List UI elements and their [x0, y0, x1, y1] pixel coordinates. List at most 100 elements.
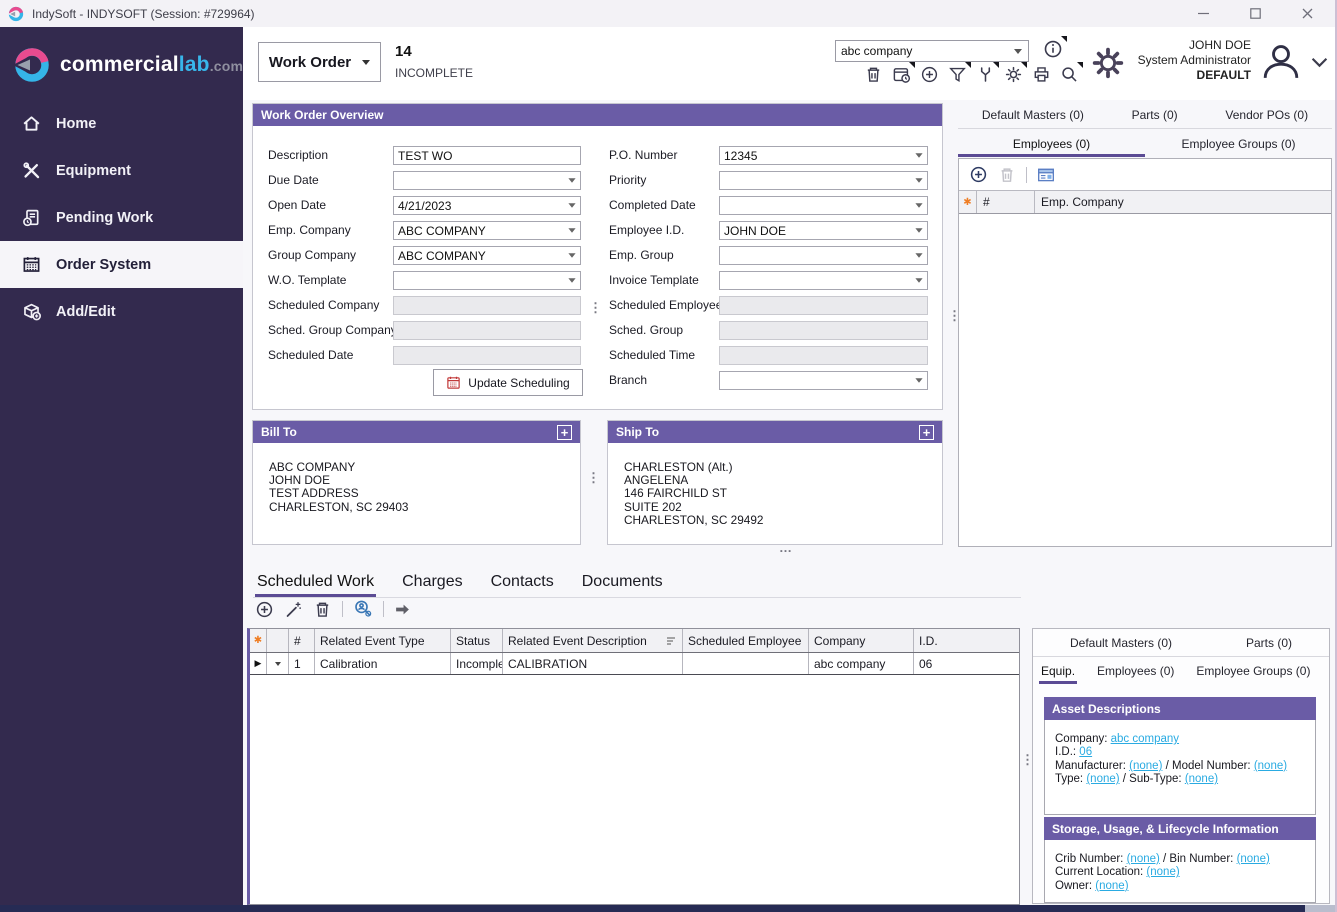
tab-documents[interactable]: Documents	[580, 569, 665, 597]
chevron-down-icon	[915, 178, 922, 183]
branch-dropdown[interactable]	[719, 371, 928, 390]
tab-parts[interactable]: Parts (0)	[1130, 104, 1180, 128]
completed-date-dropdown[interactable]	[719, 196, 928, 215]
sidebar-item-order-system[interactable]: Order System	[0, 241, 243, 288]
model-number-link[interactable]: (none)	[1254, 760, 1287, 772]
group-company-dropdown[interactable]: ABC COMPANY	[393, 246, 581, 265]
add-icon[interactable]	[969, 165, 988, 184]
module-selector-dropdown[interactable]: Work Order	[258, 42, 381, 82]
person-search-icon[interactable]	[353, 599, 373, 619]
priority-dropdown[interactable]	[719, 171, 928, 190]
tab-default-masters[interactable]: Default Masters (0)	[980, 104, 1086, 128]
tab-employees[interactable]: Employees (0)	[1095, 660, 1176, 684]
sidebar-item-home[interactable]: Home	[0, 100, 243, 147]
avatar[interactable]	[1258, 39, 1304, 85]
row-marker-icon: ✱	[254, 635, 262, 646]
tab-charges[interactable]: Charges	[400, 569, 464, 597]
invoice-template-dropdown[interactable]	[719, 271, 928, 290]
splitter-handle[interactable]: …	[779, 540, 792, 555]
filter-icon[interactable]	[948, 65, 967, 84]
tab-employee-groups[interactable]: Employee Groups (0)	[1145, 133, 1332, 157]
add-icon[interactable]	[920, 65, 939, 84]
sub-type-link[interactable]: (none)	[1185, 773, 1218, 785]
settings-icon[interactable]	[1004, 65, 1023, 84]
update-scheduling-button[interactable]: Update Scheduling	[433, 369, 583, 396]
arrow-right-icon[interactable]	[394, 601, 411, 618]
id-link[interactable]: 06	[1079, 746, 1092, 758]
employee-id-dropdown[interactable]: JOHN DOE	[719, 221, 928, 240]
table-row[interactable]: ▶ 1 Calibration Incomple CALIBRATION abc…	[250, 653, 1019, 675]
sidebar-item-label: Pending Work	[56, 210, 153, 226]
emp-group-dropdown[interactable]	[719, 246, 928, 265]
chevron-down-icon	[915, 278, 922, 283]
delete-icon[interactable]	[998, 166, 1016, 184]
company-link[interactable]: abc company	[1111, 733, 1179, 745]
wrench-icon[interactable]	[976, 65, 995, 84]
delete-icon[interactable]	[313, 600, 332, 619]
wand-icon[interactable]	[284, 600, 303, 619]
sidebar-item-pending-work[interactable]: Pending Work	[0, 194, 243, 241]
tab-employees[interactable]: Employees (0)	[958, 133, 1145, 157]
tab-default-masters[interactable]: Default Masters (0)	[1068, 632, 1174, 656]
emp-company-dropdown[interactable]: ABC COMPANY	[393, 221, 581, 240]
tab-employee-groups[interactable]: Employee Groups (0)	[1194, 660, 1312, 684]
sidebar-item-equipment[interactable]: Equipment	[0, 147, 243, 194]
delete-icon[interactable]	[864, 65, 883, 84]
current-location-link[interactable]: (none)	[1146, 866, 1179, 878]
tab-scheduled-work[interactable]: Scheduled Work	[255, 569, 376, 597]
tab-equip[interactable]: Equip.	[1039, 660, 1077, 684]
tab-contacts[interactable]: Contacts	[489, 569, 556, 597]
splitter-handle[interactable]: ⋮	[589, 300, 602, 316]
splitter-handle[interactable]: ⋮	[587, 470, 600, 486]
crib-number-link[interactable]: (none)	[1127, 853, 1160, 865]
tools-icon	[21, 161, 41, 181]
user-role: System Administrator	[1091, 53, 1251, 68]
add-icon[interactable]	[255, 600, 274, 619]
open-date-dropdown[interactable]: 4/21/2023	[393, 196, 581, 215]
bin-number-link[interactable]: (none)	[1237, 853, 1270, 865]
add-address-icon[interactable]: +	[557, 425, 572, 440]
card-view-icon[interactable]	[1037, 166, 1055, 184]
owner-link[interactable]: (none)	[1095, 880, 1128, 892]
chevron-down-icon	[568, 278, 575, 283]
row-expand-icon[interactable]	[275, 662, 281, 666]
po-number-dropdown[interactable]: 12345	[719, 146, 928, 165]
commerciallab-logo-icon	[13, 46, 51, 84]
column-header[interactable]: #	[977, 191, 1035, 213]
column-header[interactable]: Related Event Type	[315, 629, 451, 652]
search-value: abc company	[836, 44, 1014, 58]
tab-vendor-pos[interactable]: Vendor POs (0)	[1223, 104, 1310, 128]
close-button[interactable]	[1281, 0, 1333, 27]
type-link[interactable]: (none)	[1086, 773, 1119, 785]
column-header[interactable]: Emp. Company	[1035, 191, 1331, 213]
chevron-down-icon[interactable]	[1311, 57, 1328, 68]
column-header[interactable]: I.D.	[914, 629, 1019, 652]
column-header[interactable]: Company	[809, 629, 914, 652]
info-icon[interactable]	[1043, 39, 1063, 59]
related-records-panel: Default Masters (0) Parts (0) Vendor POs…	[958, 100, 1332, 547]
chevron-down-icon	[568, 178, 575, 183]
toolbar-separator	[1026, 167, 1027, 183]
maximize-button[interactable]	[1229, 0, 1281, 27]
due-date-dropdown[interactable]	[393, 171, 581, 190]
search-company-combobox[interactable]: abc company	[835, 40, 1029, 62]
print-icon[interactable]	[1032, 65, 1051, 84]
add-address-icon[interactable]: +	[919, 425, 934, 440]
ship-to-address: CHARLESTON (Alt.)ANGELENA 146 FAIRCHILD …	[608, 443, 942, 527]
column-header[interactable]: Related Event Description	[503, 629, 683, 652]
minimize-button[interactable]	[1177, 0, 1229, 27]
tab-parts[interactable]: Parts (0)	[1244, 632, 1294, 656]
manufacturer-link[interactable]: (none)	[1129, 760, 1162, 772]
column-header[interactable]: Scheduled Employee	[683, 629, 809, 652]
sidebar-item-add-edit[interactable]: Add/Edit	[0, 288, 243, 335]
search-icon[interactable]	[1060, 65, 1079, 84]
taskbar-edge	[1305, 905, 1337, 912]
column-header[interactable]: #	[289, 629, 315, 652]
column-header[interactable]: Status	[451, 629, 503, 652]
employees-grid-header: ✱ # Emp. Company	[959, 190, 1331, 214]
schedule-icon[interactable]	[892, 65, 911, 84]
chevron-down-icon	[362, 60, 370, 65]
wo-template-dropdown[interactable]	[393, 271, 581, 290]
work-order-overview-panel: Work Order Overview Description TEST WO …	[252, 103, 943, 410]
description-field[interactable]: TEST WO	[393, 146, 581, 165]
